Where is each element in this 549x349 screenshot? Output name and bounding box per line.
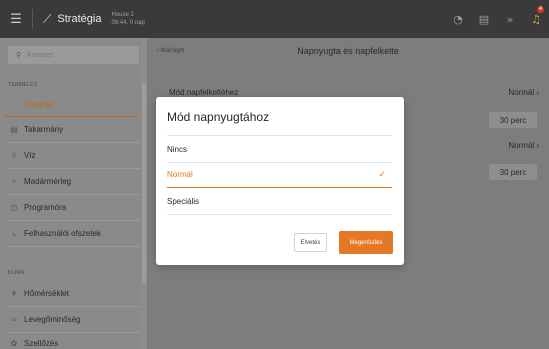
sidebar-item-levegominoseg[interactable]: ∞ Levegőminőség	[0, 307, 140, 332]
signal-icon[interactable]: »	[497, 0, 523, 38]
gauge-icon[interactable]: ◔	[445, 0, 471, 38]
sidebar-item-homerseklet[interactable]: ǂ Hőmérséklet	[0, 281, 140, 306]
sidebar-item-label: Programóra	[24, 203, 67, 212]
topbar-actions: ◔ ▤ » ♫ 4	[445, 0, 549, 38]
sidebar-item-label: Szellőzés	[24, 339, 59, 348]
dialog-title: Mód napnyugtához	[167, 110, 270, 124]
setting-value-sunset-mode[interactable]: Normál ›	[508, 141, 539, 150]
clock-icon: ◷	[10, 203, 18, 212]
sidebar-item-vilagitas[interactable]: ♡ Világítás	[0, 92, 140, 117]
search-box[interactable]: ⚲	[8, 46, 139, 64]
setting-value-box[interactable]: 30 perc	[489, 112, 537, 128]
sidebar-item-takarmany[interactable]: ▤ Takarmány	[0, 117, 140, 142]
sunset-mode-dialog: Mód napnyugtához Nincs Normál ✓ Speciáli…	[156, 97, 404, 265]
sidebar-item-label: Hőmérséklet	[24, 289, 69, 298]
sidebar-item-programora[interactable]: ◷ Programóra	[0, 195, 140, 220]
menu-icon[interactable]: ☰	[0, 0, 32, 38]
search-icon: ⚲	[16, 51, 22, 59]
feed-icon: ▤	[10, 125, 18, 134]
option-divider	[167, 214, 392, 215]
house-info: House 1 09:44, 0 nap	[111, 11, 144, 27]
setting-value-sunrise-mode[interactable]: Normál ›	[508, 88, 539, 97]
section-label-termeles: TERMELÉS	[8, 82, 38, 88]
water-drop-icon: ◊	[12, 151, 16, 160]
search-input[interactable]	[27, 51, 118, 59]
sidebar-item-madarmerleg[interactable]: ♆ Madármérleg	[0, 169, 140, 194]
chevron-right-icon: ›	[536, 88, 539, 97]
sidebar-item-label: Takarmány	[24, 125, 64, 134]
lightbulb-icon: ♡	[10, 100, 18, 109]
cancel-button[interactable]: Elvetés	[294, 233, 327, 252]
app-title: Stratégia	[57, 13, 102, 25]
alarm-badge: 4	[537, 6, 544, 13]
sidebar-item-label: Madármérleg	[24, 177, 72, 186]
top-bar: ☰ ⟋ Stratégia House 1 09:44, 0 nap ◔ ▤ »…	[0, 0, 549, 38]
topbar-divider	[32, 9, 33, 29]
option-nincs[interactable]: Nincs	[167, 136, 392, 162]
thermometer-icon: ǂ	[11, 289, 17, 298]
option-normal[interactable]: Normál ✓	[167, 161, 392, 187]
sidebar-item-szellozes[interactable]: ✿ Szellőzés	[0, 331, 140, 349]
bird-scale-icon: ♆	[11, 177, 17, 186]
house-datetime: 09:44, 0 nap	[111, 20, 145, 26]
sidebar-item-viz[interactable]: ◊ Víz	[0, 143, 140, 168]
option-specialis[interactable]: Speciális	[167, 188, 392, 214]
confirm-button[interactable]: Megerősítés	[339, 231, 393, 254]
chevron-right-icon: ›	[536, 141, 539, 150]
sidebar-item-label: Világítás	[24, 100, 55, 109]
option-label: Nincs	[167, 144, 188, 154]
offset-icon: ⦣	[11, 228, 17, 238]
sidebar: ⚲ TERMELÉS ♡ Világítás ▤ Takarmány ◊ Víz…	[0, 38, 147, 349]
house-name: House 1	[111, 12, 134, 18]
setting-value-text: Normál	[508, 141, 535, 150]
chart-icon: ⟋	[43, 11, 52, 26]
co2-icon: ∞	[11, 315, 17, 324]
checkmark-icon: ✓	[378, 168, 386, 179]
document-icon[interactable]: ▤	[471, 0, 497, 38]
alarm-bell-icon[interactable]: ♫ 4	[523, 0, 549, 38]
option-label: Speciális	[167, 196, 200, 206]
sidebar-scrollbar-thumb[interactable]	[142, 83, 146, 283]
page-title: Napnyugta és napfelkelte	[297, 46, 399, 56]
nav-divider	[6, 246, 140, 247]
option-label: Normál	[167, 169, 193, 179]
setting-label: Mód napfelkeltéhez	[169, 88, 239, 97]
section-label-klima: KLÍMA	[8, 270, 25, 276]
sidebar-item-felhasznaloi-ofszetek[interactable]: ⦣ Felhasználói ofszetek	[0, 221, 140, 246]
setting-value-text: Normál	[508, 88, 535, 97]
sidebar-item-label: Felhasználói ofszetek	[24, 229, 101, 238]
setting-value-box[interactable]: 30 perc	[489, 164, 537, 180]
fan-icon: ✿	[10, 339, 18, 348]
sidebar-item-label: Víz	[24, 151, 36, 160]
sidebar-item-label: Levegőminőség	[24, 315, 81, 324]
